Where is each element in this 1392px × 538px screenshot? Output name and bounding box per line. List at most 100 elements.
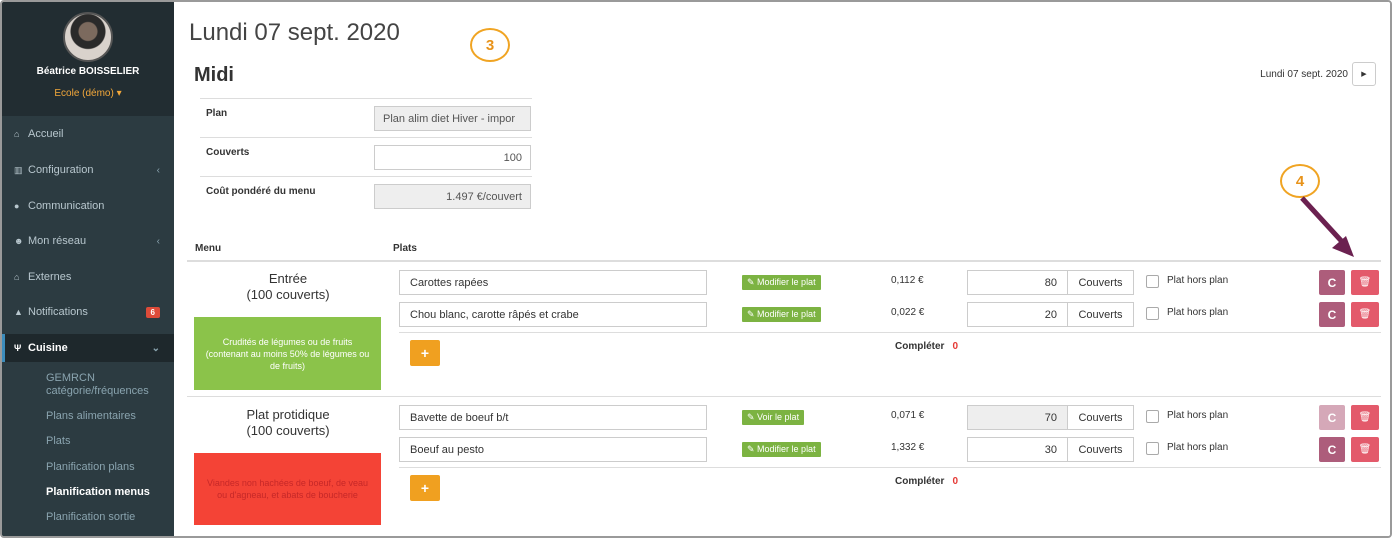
dish-name-field[interactable]: Chou blanc, carotte râpés et crabe bbox=[399, 302, 707, 327]
cout-field: 1.497 €/couvert bbox=[374, 184, 531, 209]
replace-dish-button: C bbox=[1319, 405, 1345, 430]
quantity-unit: Couverts bbox=[1067, 270, 1134, 295]
modify-dish-button[interactable]: ✎ Modifier le plat bbox=[742, 275, 821, 290]
callout-marker-3: 3 bbox=[470, 28, 510, 62]
page-title: Lundi 07 sept. 2020 bbox=[189, 19, 400, 46]
dish-name-field[interactable]: Carottes rapées bbox=[399, 270, 707, 295]
group-couverts: (100 couverts) bbox=[246, 287, 330, 302]
delete-dish-button[interactable]: 🗑 bbox=[1351, 405, 1379, 430]
dish-price: 1,332 € bbox=[891, 442, 925, 453]
hors-plan-checkbox[interactable] bbox=[1146, 410, 1159, 423]
view-dish-button[interactable]: ✎ Voir le plat bbox=[742, 410, 805, 425]
delete-dish-button[interactable]: 🗑 bbox=[1351, 437, 1379, 462]
quantity-unit: Couverts bbox=[1067, 437, 1134, 462]
replace-dish-button[interactable]: C bbox=[1319, 302, 1345, 327]
sidebar-item-configuration[interactable]: ▥ Configuration ‹ bbox=[2, 156, 174, 184]
completer-value: 0 bbox=[952, 476, 959, 487]
sidebar-item-notifications[interactable]: ▲ Notifications 6 bbox=[2, 298, 174, 326]
hors-plan-checkbox[interactable] bbox=[1146, 307, 1159, 320]
delete-dish-button[interactable]: 🗑 bbox=[1351, 270, 1379, 295]
chevron-left-icon: ‹ bbox=[156, 235, 160, 247]
info-row-plan: Plan Plan alim diet Hiver - impor bbox=[200, 98, 532, 137]
organization-dropdown[interactable]: Ecole (démo) ▾ bbox=[2, 88, 174, 99]
column-header-plats: Plats bbox=[393, 243, 417, 254]
cuisine-submenu: GEMRCN catégorie/fréquences Plans alimen… bbox=[2, 362, 174, 536]
next-day-button[interactable]: ▶ bbox=[1352, 62, 1376, 86]
home-icon: ⌂ bbox=[14, 129, 20, 139]
dish-quantity-input[interactable]: 80 bbox=[967, 270, 1068, 295]
sidebar-item-label: Configuration bbox=[28, 164, 94, 176]
sidebar-item-mon-reseau[interactable]: ☻ Mon réseau ‹ bbox=[2, 227, 174, 255]
quantity-unit: Couverts bbox=[1067, 405, 1134, 430]
completer-label: Compléter bbox=[895, 341, 945, 352]
dish-price: 0,112 € bbox=[891, 275, 924, 286]
info-row-couverts: Couverts 100 bbox=[200, 137, 532, 176]
plan-field: Plan alim diet Hiver - impor bbox=[374, 106, 531, 131]
hors-plan-checkbox[interactable] bbox=[1146, 275, 1159, 288]
add-dish-button[interactable]: + bbox=[410, 475, 440, 501]
info-row-cout: Coût pondéré du menu 1.497 €/couvert bbox=[200, 176, 532, 215]
group-category-box: Viandes non hachées de boeuf, de veau ou… bbox=[194, 453, 381, 525]
completer-status: Compléter 0 bbox=[895, 476, 958, 487]
dish-name-field[interactable]: Boeuf au pesto bbox=[399, 437, 707, 462]
chevron-down-icon: ⌄ bbox=[151, 342, 160, 354]
submenu-item-plans-alimentaires[interactable]: Plans alimentaires bbox=[46, 410, 136, 423]
hors-plan-checkbox[interactable] bbox=[1146, 442, 1159, 455]
sidebar-item-label: Communication bbox=[28, 200, 105, 212]
submenu-item-plats[interactable]: Plats bbox=[46, 435, 70, 448]
sidebar-item-accueil[interactable]: ⌂ Accueil bbox=[2, 120, 174, 148]
add-dish-button[interactable]: + bbox=[410, 340, 440, 366]
modify-dish-button[interactable]: ✎ Modifier le plat bbox=[742, 442, 821, 457]
date-nav-label: Lundi 07 sept. 2020 bbox=[1260, 68, 1348, 80]
group-category-box: Crudités de légumes ou de fruits (conten… bbox=[194, 317, 381, 390]
sidebar-item-communication[interactable]: ● Communication bbox=[2, 192, 174, 220]
dish-quantity-input[interactable]: 20 bbox=[967, 302, 1068, 327]
main-content: Lundi 07 sept. 2020 3 Midi Lundi 07 sept… bbox=[174, 2, 1390, 536]
dish-price: 0,022 € bbox=[891, 307, 925, 318]
sidebar-item-label: Accueil bbox=[28, 128, 64, 140]
delete-dish-button[interactable]: 🗑 bbox=[1351, 302, 1379, 327]
couverts-input[interactable]: 100 bbox=[374, 145, 531, 170]
sidebar-item-cuisine[interactable]: Ψ Cuisine ⌄ bbox=[2, 334, 174, 362]
dish-name-field[interactable]: Bavette de boeuf b/t bbox=[399, 405, 707, 430]
submenu-item-planification-sortie[interactable]: Planification sortie bbox=[46, 511, 135, 524]
replace-dish-button[interactable]: C bbox=[1319, 270, 1345, 295]
couverts-label: Couverts bbox=[206, 147, 250, 158]
plan-label: Plan bbox=[206, 108, 228, 119]
sidebar: Béatrice BOISSELIER Ecole (démo) ▾ ⌂ Acc… bbox=[2, 2, 174, 536]
date-navigator: Lundi 07 sept. 2020 ▶ bbox=[1260, 62, 1376, 86]
group-name: Plat protidique bbox=[246, 407, 330, 422]
sidebar-item-label: Notifications bbox=[28, 306, 88, 318]
hors-plan-label: Plat hors plan bbox=[1167, 442, 1229, 453]
chevron-left-icon: ‹ bbox=[156, 164, 160, 176]
chat-icon: ● bbox=[14, 201, 20, 211]
bell-icon: ▲ bbox=[14, 307, 23, 317]
cout-label: Coût pondéré du menu bbox=[206, 186, 316, 197]
menu-group-plat-protidique: Plat protidique (100 couverts) Viandes n… bbox=[187, 397, 1381, 536]
dish-quantity-input: 70 bbox=[967, 405, 1068, 430]
sidebar-item-externes[interactable]: ⌂ Externes bbox=[2, 263, 174, 291]
submenu-item-planification-plans[interactable]: Planification plans bbox=[46, 461, 135, 474]
sidebar-item-label: Externes bbox=[28, 271, 72, 283]
submenu-item-planification-menus[interactable]: Planification menus bbox=[46, 486, 150, 499]
completer-label: Compléter bbox=[895, 476, 945, 487]
bank-icon: ▥ bbox=[14, 164, 23, 175]
trash-icon: 🗑 bbox=[1358, 444, 1372, 455]
dish-quantity-input[interactable]: 30 bbox=[967, 437, 1068, 462]
group-title: Entrée (100 couverts) bbox=[195, 271, 381, 303]
completer-status: Compléter 0 bbox=[895, 341, 958, 352]
trash-icon: 🗑 bbox=[1358, 412, 1372, 423]
group-couverts: (100 couverts) bbox=[246, 423, 330, 438]
replace-dish-button[interactable]: C bbox=[1319, 437, 1345, 462]
user-name: Béatrice BOISSELIER bbox=[36, 66, 140, 77]
group-title: Plat protidique (100 couverts) bbox=[195, 407, 381, 439]
quantity-unit: Couverts bbox=[1067, 302, 1134, 327]
hors-plan-label: Plat hors plan bbox=[1167, 275, 1229, 286]
dish-price: 0,071 € bbox=[891, 410, 925, 421]
notification-count-badge: 6 bbox=[145, 306, 160, 318]
menu-group-entree: Entrée (100 couverts) Crudités de légume… bbox=[187, 263, 1381, 397]
group-name: Entrée bbox=[268, 271, 308, 286]
avatar[interactable] bbox=[63, 12, 113, 62]
submenu-item-gemrcn[interactable]: GEMRCN catégorie/fréquences bbox=[46, 372, 158, 398]
modify-dish-button[interactable]: ✎ Modifier le plat bbox=[742, 307, 821, 322]
